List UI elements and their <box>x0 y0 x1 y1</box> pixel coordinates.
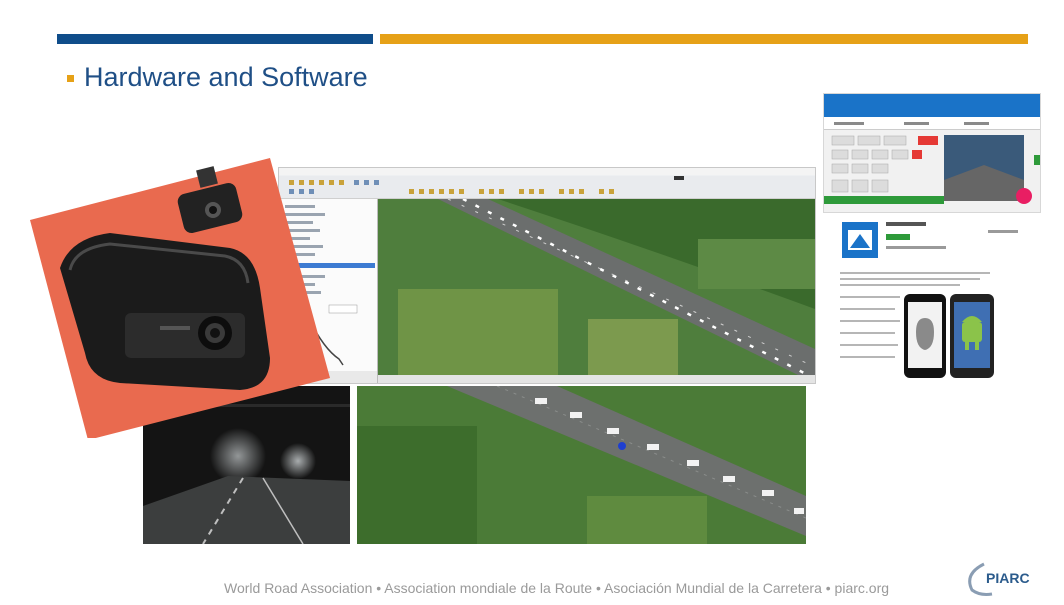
gis-statusbar <box>378 375 815 383</box>
gis-titlebar <box>279 168 815 175</box>
app-controls <box>824 135 1040 204</box>
dashcam-card <box>30 158 330 440</box>
title-bullet <box>67 75 74 82</box>
position-marker <box>618 442 626 450</box>
gis-toolbar <box>279 176 815 199</box>
app-tabs-bar <box>824 117 1040 130</box>
gis-aerial-image <box>378 199 815 375</box>
dashcam-photo <box>30 158 330 440</box>
store-listing-image <box>840 222 1018 378</box>
gis-window <box>278 167 816 384</box>
toolbar-icons <box>289 176 684 194</box>
aerial-road-map <box>357 386 806 544</box>
app-tabs <box>834 122 989 125</box>
slide-title: Hardware and Software <box>84 62 368 92</box>
footer-text: World Road Association • Association mon… <box>224 580 890 596</box>
road-tracker-app-screen <box>823 93 1041 213</box>
piarc-logo-text: PIARC <box>986 570 1030 586</box>
app-store-listing <box>838 210 1028 380</box>
header-bar-blue <box>57 34 373 44</box>
header-bar-orange <box>380 34 1028 44</box>
gis-map-canvas <box>378 199 815 375</box>
piarc-logo: PIARC <box>962 560 1032 598</box>
aerial-map-image <box>357 386 806 544</box>
app-header-bar <box>824 94 1040 117</box>
